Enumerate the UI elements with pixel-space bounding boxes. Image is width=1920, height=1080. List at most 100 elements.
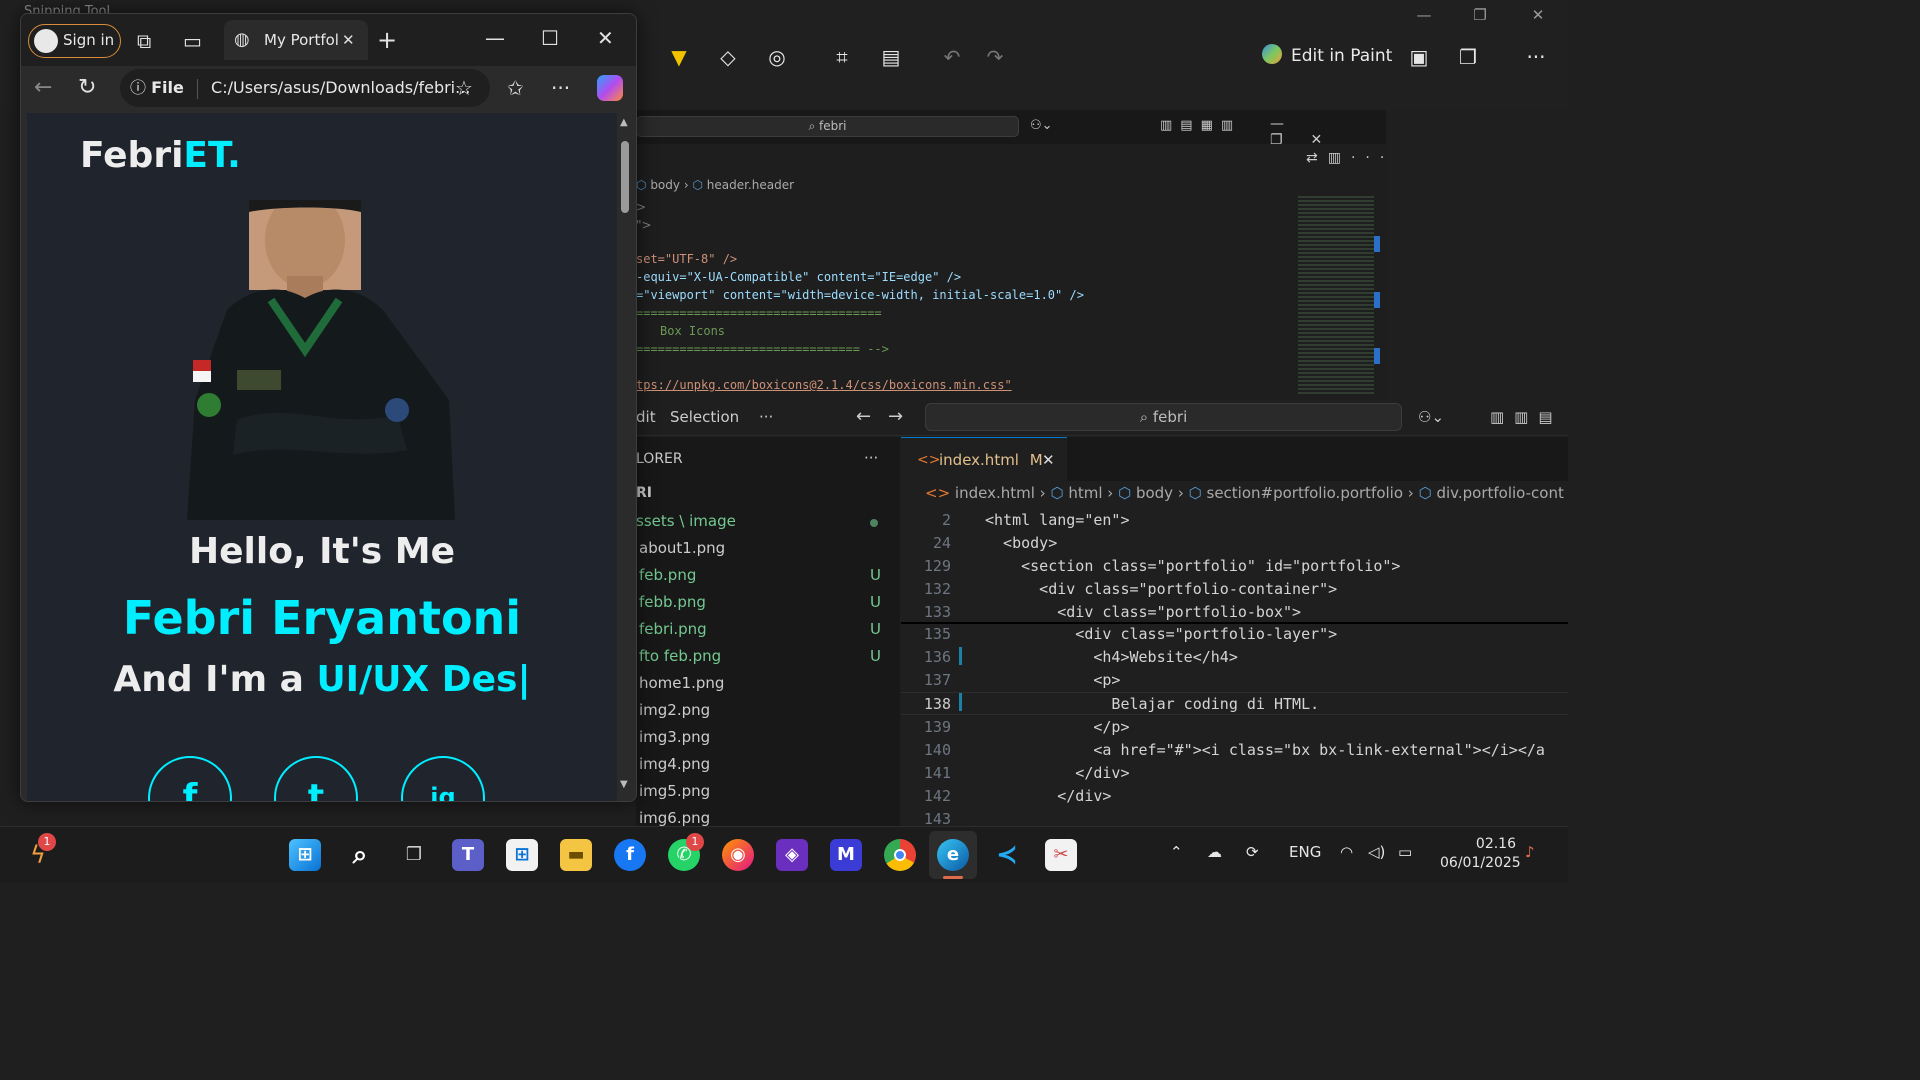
site-logo[interactable]: FebriET. bbox=[80, 135, 241, 176]
refresh-icon[interactable]: ↻ bbox=[78, 75, 96, 100]
file-explorer-icon[interactable]: ▬ bbox=[560, 839, 592, 871]
minimize-icon[interactable]: — bbox=[485, 26, 505, 50]
crumb-item[interactable]: html bbox=[1068, 484, 1102, 502]
facebook-link[interactable]: f bbox=[148, 756, 232, 801]
search-icon[interactable]: ⌕ bbox=[344, 839, 376, 871]
menu-more[interactable]: ··· bbox=[759, 408, 773, 426]
save-icon[interactable]: ▣ bbox=[1406, 44, 1432, 70]
menu-selection[interactable]: Selection bbox=[670, 408, 739, 426]
more-options-button[interactable]: ··· bbox=[1523, 44, 1549, 70]
crumb-item[interactable]: index.html bbox=[955, 484, 1035, 502]
copilot-icon[interactable]: ⚇⌄ bbox=[1030, 118, 1053, 133]
file-item[interactable]: febb.png U bbox=[639, 589, 889, 616]
file-item[interactable]: home1.png bbox=[639, 670, 889, 697]
scroll-down-icon[interactable]: ▼ bbox=[620, 779, 628, 790]
instagram-link[interactable]: ig bbox=[401, 756, 485, 801]
show-hidden-icons[interactable]: ⌃ bbox=[1170, 843, 1183, 861]
crumb-item[interactable]: div.portfolio-cont bbox=[1436, 484, 1563, 502]
close-tab-icon[interactable]: ✕ bbox=[342, 20, 355, 60]
close-tab-icon[interactable]: ✕ bbox=[1042, 438, 1055, 482]
battery-icon[interactable]: ▭ bbox=[1398, 843, 1412, 861]
twitter-link[interactable]: t bbox=[274, 756, 358, 801]
file-item[interactable]: img3.png bbox=[639, 724, 889, 751]
file-item[interactable]: about1.png bbox=[639, 535, 889, 562]
tab-actions-icon[interactable]: ▭ bbox=[183, 29, 202, 53]
redo-icon[interactable]: ↷ bbox=[982, 44, 1008, 70]
copy-icon[interactable]: ❐ bbox=[1455, 44, 1481, 70]
volume-icon[interactable]: ◁) bbox=[1368, 843, 1385, 861]
minimap[interactable] bbox=[1298, 196, 1374, 396]
notification-bell-icon[interactable]: ♪ bbox=[1525, 843, 1535, 861]
start-icon[interactable]: ⊞ bbox=[289, 839, 321, 871]
page-scrollbar[interactable]: ▲ ▼ bbox=[618, 113, 632, 801]
window-controls[interactable]: —❐✕ bbox=[1270, 116, 1386, 148]
eraser-icon[interactable]: ◇ bbox=[715, 44, 741, 70]
file-item[interactable]: fto feb.png U bbox=[639, 643, 889, 670]
back-icon[interactable]: ← bbox=[34, 75, 52, 100]
layout-icons[interactable]: ▥▤▦▥ bbox=[1160, 118, 1241, 133]
store-icon[interactable]: ⊞ bbox=[506, 839, 538, 871]
favorite-star-icon[interactable]: ☆ bbox=[455, 76, 473, 100]
edit-in-paint-button[interactable]: Edit in Paint bbox=[1291, 46, 1392, 66]
firefox-icon[interactable]: ◉ bbox=[722, 839, 754, 871]
task-view-icon[interactable]: ❐ bbox=[398, 839, 430, 871]
crop-icon[interactable]: ⌗ bbox=[829, 44, 855, 70]
chrome-icon[interactable] bbox=[884, 839, 916, 871]
edge-icon[interactable]: e bbox=[937, 839, 969, 871]
copilot-icon[interactable]: ⚇⌄ bbox=[1418, 408, 1444, 426]
onedrive-icon[interactable]: ☁ bbox=[1207, 843, 1222, 861]
file-item[interactable]: img4.png bbox=[639, 751, 889, 778]
maximize-icon[interactable]: ☐ bbox=[541, 26, 559, 50]
menu-edit[interactable]: dit bbox=[636, 408, 656, 426]
crumb-item[interactable]: section#portfolio.portfolio bbox=[1207, 484, 1404, 502]
clock[interactable]: 02.16 06/01/2025 bbox=[1440, 835, 1521, 873]
line-code: Belajar coding di HTML. bbox=[985, 695, 1320, 713]
highlighter-icon[interactable]: ▼ bbox=[666, 44, 692, 70]
facebook-app-icon[interactable]: f bbox=[614, 839, 646, 871]
sync-icon[interactable]: ⟳ bbox=[1246, 843, 1259, 861]
app-icon[interactable]: ◈ bbox=[776, 839, 808, 871]
address-bar[interactable]: ⓘ File C:/Users/asus/Downloads/febri... bbox=[120, 69, 490, 107]
browser-tab[interactable]: ◍ My Portfol ✕ bbox=[224, 20, 368, 60]
undo-icon[interactable]: ↶ bbox=[939, 44, 965, 70]
tab-index-html[interactable]: <> index.html M ✕ bbox=[901, 437, 1067, 481]
restore-icon[interactable]: ❐ bbox=[1465, 6, 1495, 24]
file-item[interactable]: img2.png bbox=[639, 697, 889, 724]
command-center-search[interactable]: ⌕ febri bbox=[925, 403, 1402, 431]
vscode-icon[interactable]: ≺ bbox=[991, 839, 1023, 871]
new-tab-icon[interactable]: + bbox=[377, 26, 397, 54]
editor-tabbar: <> index.html M ✕ bbox=[901, 437, 1568, 481]
scroll-thumb[interactable] bbox=[621, 141, 629, 213]
explorer-more-button[interactable]: ··· bbox=[864, 449, 878, 467]
minimize-icon[interactable]: — bbox=[1409, 6, 1439, 24]
code-editor[interactable]: <> index.html M ✕ <> index.html › ⬡ html… bbox=[901, 437, 1568, 828]
editor-actions-icons[interactable]: ⇄▥··· bbox=[1306, 150, 1394, 166]
favorites-icon[interactable]: ✩ bbox=[507, 76, 524, 100]
teams-icon[interactable]: T bbox=[452, 839, 484, 871]
text-actions-icon[interactable]: ▤ bbox=[878, 44, 904, 70]
back-arrow-icon[interactable]: ← bbox=[856, 406, 871, 427]
close-window-icon[interactable]: ✕ bbox=[597, 26, 614, 50]
command-center-text: febri bbox=[1152, 408, 1188, 426]
app-icon[interactable]: M bbox=[830, 839, 862, 871]
code-line-link[interactable]: tps://unpkg.com/boxicons@2.1.4/css/boxic… bbox=[636, 376, 1084, 394]
workspaces-icon[interactable]: ⧉ bbox=[137, 29, 151, 53]
copilot-icon[interactable] bbox=[597, 75, 623, 101]
sign-in-button[interactable]: Sign in bbox=[28, 24, 121, 58]
layout-icons[interactable]: ▥▥▤ bbox=[1490, 408, 1563, 426]
language-indicator[interactable]: ENG bbox=[1289, 843, 1321, 861]
settings-more-icon[interactable]: ··· bbox=[551, 76, 570, 100]
shapes-icon[interactable]: ◎ bbox=[764, 44, 790, 70]
file-item[interactable]: febri.png U bbox=[639, 616, 889, 643]
project-folder[interactable]: RI bbox=[636, 485, 652, 501]
file-item[interactable]: img5.png bbox=[639, 778, 889, 805]
folder-assets-image[interactable]: ssets \ image bbox=[636, 508, 886, 535]
file-item[interactable]: feb.png U bbox=[639, 562, 889, 589]
vscode-bg-search[interactable]: ⌕ febri bbox=[636, 116, 1019, 137]
close-icon[interactable]: ✕ bbox=[1523, 6, 1553, 24]
scroll-up-icon[interactable]: ▲ bbox=[620, 117, 628, 128]
crumb-item[interactable]: body bbox=[1136, 484, 1173, 502]
forward-arrow-icon[interactable]: → bbox=[888, 406, 903, 427]
wifi-icon[interactable]: ◠ bbox=[1340, 843, 1353, 861]
snipping-tool-icon[interactable]: ✂ bbox=[1045, 839, 1077, 871]
